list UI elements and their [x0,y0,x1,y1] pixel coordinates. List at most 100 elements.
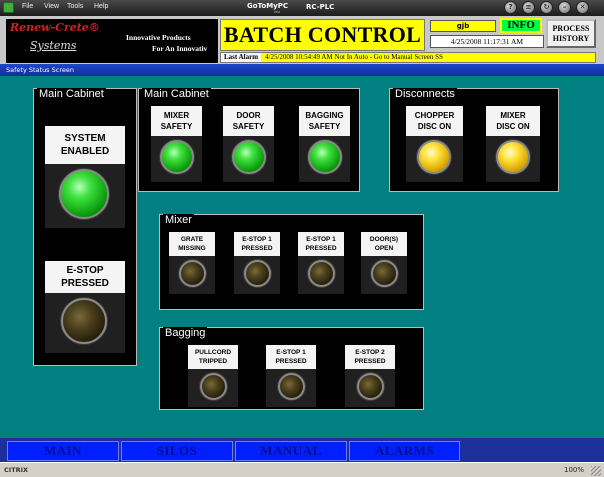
panel-title: Main Cabinet [37,88,106,100]
resize-grip-icon[interactable] [591,466,601,476]
lamp-green-icon [59,169,109,219]
info-button[interactable]: INFO [500,18,542,33]
nav-silos-button[interactable]: SILOS [121,441,233,461]
label-line2: MISSING [178,245,206,252]
indicator-label: PULLCORD TRIPPED [188,345,238,369]
label-line2: PRESSED [305,245,337,252]
tagline-line1: Innovative Products [126,33,191,42]
window-title: RC-PLC [306,3,335,11]
lamp-housing [223,136,274,182]
indicator-label: E-STOP 1 PRESSED [266,345,316,369]
panel-bagging: Bagging PULLCORD TRIPPED E-STOP 1 PRESSE… [159,327,424,410]
indicator-label: MIXER SAFETY [151,106,202,136]
lamp-off-icon [244,260,271,287]
company-logo: Renew-Crete® Systems Innovative Products… [6,19,218,63]
indicator-label: E-STOP 1 PRESSED [298,232,344,256]
nav-alarms-button[interactable]: ALARMS [349,441,460,461]
lamp-off-icon [278,373,305,400]
label-line2: SAFETY [232,122,265,131]
lamp-yellow-icon [417,140,451,174]
nav-main-button[interactable]: MAIN [7,441,119,461]
refresh-icon[interactable]: ↻ [540,1,553,14]
indicator-label: DOOR SAFETY [223,106,274,136]
indicator-label: E-STOP 2 PRESSED [345,345,395,369]
nav-manual-button[interactable]: MANUAL [235,441,347,461]
indicator-mixer-safety: MIXER SAFETY [151,106,202,182]
lamp-housing [406,136,463,182]
menu-tools[interactable]: Tools [67,3,83,10]
last-alarm-text: 4/25/2008 10:54:49 AM Not In Auto - Go t… [265,53,443,61]
lamp-housing [169,256,215,294]
menu-file[interactable]: File [22,3,33,10]
brand-logo: GoToMyPC [247,2,289,10]
indicator-label: BAGGING SAFETY [299,106,350,136]
process-history-line2: HISTORY [552,34,590,43]
indicator-label: CHOPPER DISC ON [406,106,463,136]
tagline-line2: For An Innovativ [152,44,208,53]
panel-title: Main Cabinet [142,88,211,100]
lamp-housing [234,256,280,294]
lamp-housing [486,136,540,182]
label-line1: E-STOP 1 [242,236,272,243]
label-line1: CHOPPER [414,111,455,120]
label-line1: DOOR(S) [369,236,399,243]
last-alarm-label: Last Alarm [221,53,262,62]
lamp-off-icon [371,260,398,287]
lamp-green-icon [232,140,266,174]
label-line1: BAGGING [305,111,344,120]
page-title: BATCH CONTROL [220,19,425,51]
lamp-off-icon [308,260,335,287]
app-icon[interactable] [3,2,14,13]
indicator-grate-missing: GRATE MISSING [169,232,215,294]
panel-title: Disconnects [393,88,457,100]
panel-title: Bagging [163,327,208,339]
label-line1: GRATE [180,236,204,243]
label-line2: OPEN [374,245,394,252]
label-line1: MIXER [163,111,190,120]
label-line1: DOOR [236,111,261,120]
indicator-bagging-safety: BAGGING SAFETY [299,106,350,182]
indicator-doors-open: DOOR(S) OPEN [361,232,407,294]
label-line1: E-STOP 1 [276,349,306,356]
lamp-housing [298,256,344,294]
lamp-off-icon [61,298,107,344]
label-line1: SYSTEM [64,133,106,144]
window-titlebar: File View Tools Help GoToMyPC PRO RC-PLC… [0,0,604,16]
label-line1: E-STOP 2 [355,349,385,356]
panel-main-cabinet-left: Main Cabinet SYSTEM ENABLED E-STOP PRESS… [33,88,137,366]
indicator-mixer-disc-on: MIXER DISC ON [486,106,540,182]
lamp-housing [45,293,125,353]
indicator-label: MIXER DISC ON [486,106,540,136]
lamp-green-icon [160,140,194,174]
menu-view[interactable]: View [44,3,59,10]
menu-icon[interactable]: ≡ [522,1,535,14]
minimize-icon[interactable]: – [558,1,571,14]
label-line1: E-STOP 1 [306,236,336,243]
menu-help[interactable]: Help [94,3,108,10]
lamp-off-icon [179,260,206,287]
brand-sub: PRO [274,10,281,14]
header: Renew-Crete® Systems Innovative Products… [0,16,604,64]
indicator-mixer-estop-1b: E-STOP 1 PRESSED [298,232,344,294]
last-alarm-bar[interactable]: Last Alarm 4/25/2008 10:54:49 AM Not In A… [220,52,596,63]
label-line2: SAFETY [308,122,341,131]
lamp-housing [266,369,316,407]
close-icon[interactable]: ✕ [576,1,589,14]
lamp-housing [345,369,395,407]
lamp-green-icon [308,140,342,174]
lamp-housing [299,136,350,182]
panel-title: Mixer [163,214,194,226]
indicator-label: E-STOP PRESSED [45,261,125,293]
logo-systems: Systems [30,39,77,52]
help-icon[interactable]: ? [504,1,517,14]
lamp-yellow-icon [496,140,530,174]
lamp-housing [361,256,407,294]
label-line2: DISC ON [496,122,530,131]
indicator-bagging-estop-2: E-STOP 2 PRESSED [345,345,395,407]
panel-mixer: Mixer GRATE MISSING E-STOP 1 PRESSED E-S… [159,214,424,310]
process-history-button[interactable]: PROCESS HISTORY [546,19,596,48]
label-line1: E-STOP [66,265,104,276]
indicator-system-enabled: SYSTEM ENABLED [45,126,125,228]
label-line2: SAFETY [160,122,193,131]
label-line1: MIXER [500,111,526,120]
